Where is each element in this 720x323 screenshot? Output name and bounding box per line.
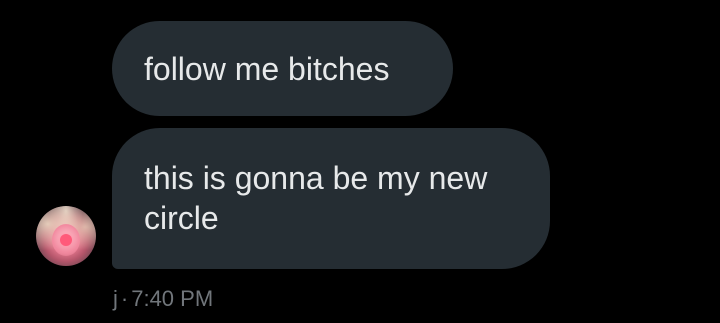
- message-bubble[interactable]: this is gonna be my new circle: [112, 128, 550, 269]
- meta-separator: ·: [120, 286, 129, 311]
- message-timestamp: 7:40 PM: [131, 286, 214, 311]
- message-thread: follow me bitches this is gonna be my ne…: [0, 0, 720, 323]
- message-bubble[interactable]: follow me bitches: [112, 21, 453, 116]
- avatar[interactable]: [36, 206, 96, 266]
- message-text: follow me bitches: [144, 51, 390, 87]
- message-meta: j · 7:40 PM: [113, 286, 213, 312]
- avatar-nose: [60, 234, 72, 246]
- message-text: this is gonna be my new circle: [144, 160, 488, 236]
